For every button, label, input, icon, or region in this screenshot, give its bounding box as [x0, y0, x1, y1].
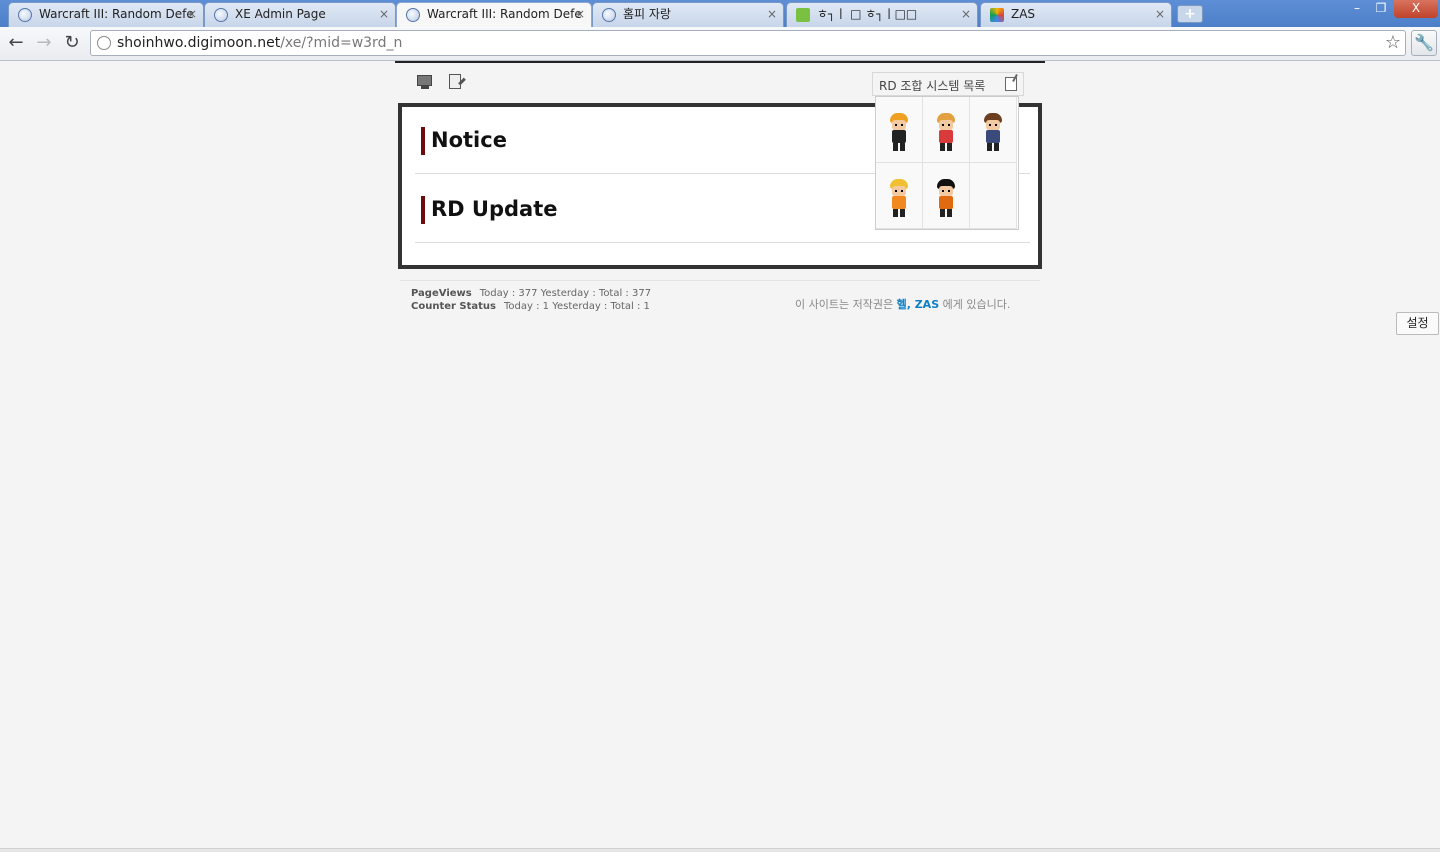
tab-zas[interactable]: ZAS ×: [980, 2, 1172, 27]
minimize-button[interactable]: –: [1344, 0, 1370, 18]
rd-panel-header[interactable]: RD 조합 시스템 목록: [872, 72, 1024, 96]
title-accent-bar: [421, 127, 425, 155]
url-host: shoinhwo.digimoon.net: [117, 35, 281, 51]
counter-status-value: Today : 1 Yesterday : Total : 1: [504, 301, 650, 312]
character-cell[interactable]: [923, 163, 970, 229]
footer-divider: [400, 280, 1040, 281]
character-cell[interactable]: [876, 163, 923, 229]
header-divider: [395, 61, 1045, 63]
tab-title: Warcraft III: Random Defe: [39, 7, 193, 21]
url-path: /xe/?mid=w3rd_n: [280, 35, 403, 51]
new-tab-button[interactable]: +: [1177, 5, 1203, 23]
title-accent-bar: [421, 196, 425, 224]
browser-titlebar: Warcraft III: Random Defe × XE Admin Pag…: [0, 0, 1440, 28]
tab-close-icon[interactable]: ×: [187, 3, 197, 25]
character-cell-empty: [970, 163, 1017, 229]
copyright-owner-link[interactable]: 헬, ZAS: [897, 298, 940, 311]
pageviews-value: Today : 377 Yesterday : Total : 377: [479, 288, 652, 299]
address-bar[interactable]: shoinhwo.digimoon.net/xe/?mid=w3rd_n ☆: [90, 30, 1406, 56]
copyright-prefix: 이 사이트는 저작권은: [795, 298, 894, 311]
copyright-suffix: 에게 있습니다.: [942, 298, 1011, 311]
board-title[interactable]: RD Update: [431, 197, 557, 221]
tab-title: ZAS: [1011, 7, 1036, 21]
wrench-menu-icon[interactable]: 🔧: [1411, 30, 1437, 56]
restore-button[interactable]: ❐: [1368, 0, 1394, 18]
character-sprite-2[interactable]: [935, 113, 957, 153]
character-sprite-3[interactable]: [982, 113, 1004, 153]
character-cell[interactable]: [876, 97, 923, 163]
character-grid: [875, 96, 1019, 230]
tab-homepage-showcase[interactable]: 홈피 자랑 ×: [592, 2, 784, 27]
character-sprite-4[interactable]: [888, 179, 910, 219]
character-sprite-1[interactable]: [888, 113, 910, 153]
write-document-icon[interactable]: [448, 74, 466, 90]
forward-button[interactable]: →: [32, 32, 56, 54]
rd-combination-panel: RD 조합 시스템 목록: [872, 72, 1024, 233]
settings-button[interactable]: 설정: [1396, 312, 1439, 335]
globe-icon: [406, 8, 420, 22]
page-globe-icon: [97, 36, 111, 50]
edit-note-icon[interactable]: [1005, 77, 1017, 91]
tab-close-icon[interactable]: ×: [1155, 3, 1165, 25]
tab-title: 홈피 자랑: [623, 7, 671, 21]
window-close-button[interactable]: X: [1394, 0, 1438, 18]
counter-status-label: Counter Status: [411, 301, 497, 312]
tab-close-icon[interactable]: ×: [767, 3, 777, 25]
tab-warcraft-1[interactable]: Warcraft III: Random Defe ×: [8, 2, 204, 27]
bookmark-star-icon[interactable]: ☆: [1385, 32, 1401, 53]
zas-icon: [990, 8, 1004, 22]
reload-button[interactable]: ↻: [60, 32, 84, 54]
tab-close-icon[interactable]: ×: [379, 3, 389, 25]
tab-xe-admin[interactable]: XE Admin Page ×: [204, 2, 396, 27]
browser-toolbar: ← → ↻ shoinhwo.digimoon.net/xe/?mid=w3rd…: [0, 27, 1440, 61]
counter-status: Counter Status Today : 1 Yesterday : Tota…: [411, 301, 650, 312]
pageviews-label: PageViews: [411, 288, 472, 299]
globe-icon: [18, 8, 32, 22]
rd-panel-title: RD 조합 시스템 목록: [879, 79, 986, 93]
back-button[interactable]: ←: [4, 32, 28, 54]
board-title[interactable]: Notice: [431, 128, 507, 152]
globe-icon: [602, 8, 616, 22]
character-cell[interactable]: [923, 97, 970, 163]
site-icon: [796, 8, 810, 22]
copyright-notice: 이 사이트는 저작권은 헬, ZAS 에게 있습니다.: [795, 296, 1010, 312]
url-text[interactable]: shoinhwo.digimoon.net/xe/?mid=w3rd_n: [117, 35, 402, 51]
tab-title: XE Admin Page: [235, 7, 326, 21]
tab-title: ㅎ┐ㅣ □ ㅎ┐ㅣ□□: [817, 7, 918, 21]
tab-close-icon[interactable]: ×: [961, 3, 971, 25]
globe-icon: [214, 8, 228, 22]
tab-title: Warcraft III: Random Defe: [427, 7, 581, 21]
character-sprite-5[interactable]: [935, 179, 957, 219]
character-cell[interactable]: [970, 97, 1017, 163]
tab-close-icon[interactable]: ×: [575, 3, 585, 25]
bottom-edge: [0, 848, 1440, 852]
pageviews-counter: PageViews Today : 377 Yesterday : Total :…: [411, 288, 651, 299]
tab-warcraft-active[interactable]: Warcraft III: Random Defe ×: [396, 2, 592, 28]
tab-garbled[interactable]: ㅎ┐ㅣ □ ㅎ┐ㅣ□□ ×: [786, 2, 978, 27]
monitor-icon[interactable]: [416, 74, 434, 90]
